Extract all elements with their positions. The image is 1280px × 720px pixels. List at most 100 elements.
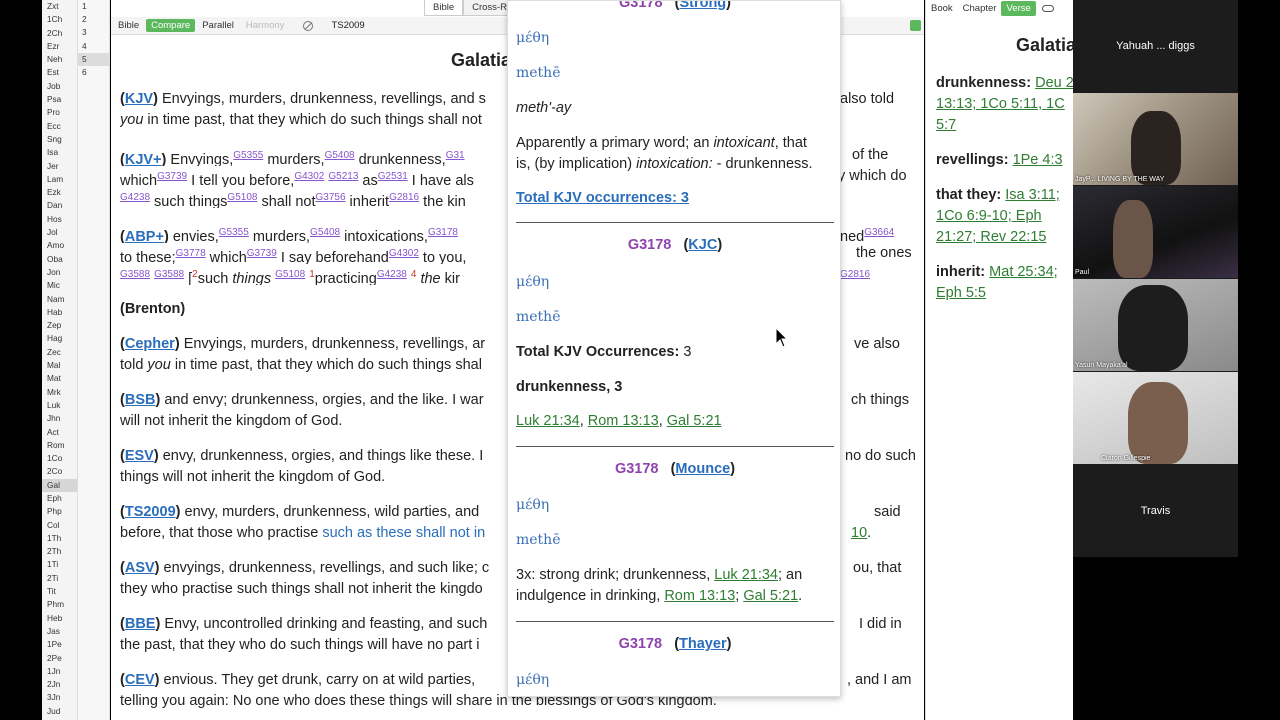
strong-number[interactable]: G4238 [377,269,407,280]
version-link-cepher[interactable]: Cepher [125,336,175,352]
ref-link[interactable]: Luk 21:34 [714,567,778,583]
book-item[interactable]: Isa [42,146,77,159]
book-item[interactable]: Neh [42,53,77,66]
strong-number[interactable]: G5408 [310,227,340,238]
book-item[interactable]: Rom [42,439,77,452]
total-occurrences-link[interactable]: Total KJV occurrences: 3 [516,190,689,206]
book-item[interactable]: Ezr [42,40,77,53]
strong-number[interactable]: G3739 [157,171,187,182]
book-item[interactable]: Psa [42,93,77,106]
book-item[interactable]: Hag [42,332,77,345]
book-item[interactable]: Mic [42,279,77,292]
ref-link[interactable]: Eph 5:5 [936,285,986,301]
ref-link[interactable]: 1Co 6:9-10; Eph [936,208,1042,224]
book-item[interactable]: Oba [42,253,77,266]
strong-number[interactable]: G2816 [389,192,419,203]
book-item[interactable]: Pro [42,106,77,119]
book-item[interactable]: Col [42,519,77,532]
source-link-thayer[interactable]: Thayer [679,636,727,652]
book-item[interactable]: Jon [42,266,77,279]
strong-number[interactable]: G2816 [840,264,870,285]
book-item[interactable]: Hab [42,306,77,319]
strong-number[interactable]: G5408 [325,150,355,161]
video-tile[interactable]: Yahuah ... diggs [1073,0,1238,92]
strong-number[interactable]: G3588 [120,269,150,280]
book-item[interactable]: 1Pe [42,638,77,651]
bible-mode-button[interactable]: Bible [113,19,144,32]
ref-link[interactable]: Deu 2 [1035,75,1073,91]
strong-number[interactable]: G5108 [227,192,257,203]
book-item[interactable]: 1Jn [42,665,77,678]
clear-icon[interactable] [303,20,314,31]
strong-number[interactable]: G3178 [428,227,458,238]
book-item[interactable]: Heb [42,612,77,625]
chapter-item[interactable]: 1 [78,0,109,13]
book-item[interactable]: 1Th [42,532,77,545]
strong-number[interactable]: G3739 [247,248,277,259]
book-item[interactable]: 1Ch [42,13,77,26]
version-link-bsb[interactable]: BSB [125,392,156,408]
strong-number[interactable]: G5213 [328,171,358,182]
book-item[interactable]: Zxt [42,0,77,13]
book-item[interactable]: Luk [42,399,77,412]
checkbox-icon[interactable] [910,20,921,31]
strong-number[interactable]: G4302 [389,248,419,259]
book-item[interactable]: Phm [42,598,77,611]
strong-number[interactable]: G3778 [176,248,206,259]
strong-number[interactable]: G2531 [378,171,408,182]
book-item[interactable]: 2Jn [42,678,77,691]
tab-bible[interactable]: Bible [424,0,464,16]
book-item[interactable]: Zec [42,346,77,359]
book-item[interactable]: Nam [42,293,77,306]
tab-chapter[interactable]: Chapter [958,1,1002,16]
book-item[interactable]: 2Ti [42,572,77,585]
ref-link[interactable]: Isa 3:11; [1005,187,1060,203]
book-item[interactable]: Mat [42,372,77,385]
source-link-strong[interactable]: Strong [679,1,726,11]
version-link-kjv[interactable]: KJV [125,91,153,107]
compare-mode-button[interactable]: Compare [146,19,196,32]
chapter-item[interactable]: 6 [78,66,109,79]
version-link-esv[interactable]: ESV [125,448,154,464]
book-item[interactable]: Eph [42,492,77,505]
ref-link[interactable]: Rom 13:13 [588,413,659,429]
strong-number[interactable]: G3588 [154,269,184,280]
book-item[interactable]: Ecc [42,120,77,133]
version-link-abp-plus[interactable]: ABP+ [125,229,164,243]
video-tile[interactable]: JayP... LIVING BY THE WAY [1073,93,1238,185]
ref-link[interactable]: 1Pe 4:3 [1013,152,1063,168]
book-item[interactable]: 2Ch [42,27,77,40]
chapter-item[interactable]: 3 [78,26,109,39]
book-item[interactable]: 2Pe [42,652,77,665]
strong-number[interactable]: G31 [446,150,465,161]
book-item[interactable]: Jer [42,160,77,173]
book-item[interactable]: 2Th [42,545,77,558]
video-tile[interactable]: Yasun Mayaka'al [1073,279,1238,371]
book-item[interactable]: 2Co [42,465,77,478]
strong-number[interactable]: G5108 [275,269,305,280]
parallel-mode-button[interactable]: Parallel [197,19,239,32]
ref-link[interactable]: Rom 13:13 [664,588,735,604]
version-link-ts2009[interactable]: TS2009 [125,504,176,520]
book-item[interactable]: Amo [42,239,77,252]
cross-ref-link[interactable]: 10 [851,525,867,541]
book-item[interactable]: Lam [42,173,77,186]
ref-link[interactable]: 21:27; Rev 22:15 [936,229,1046,245]
book-item[interactable]: Mal [42,359,77,372]
strong-number[interactable]: G3756 [316,192,346,203]
book-item[interactable]: Hos [42,213,77,226]
ref-link[interactable]: Luk 21:34 [516,413,580,429]
ref-link[interactable]: Gal 5:21 [667,413,722,429]
ref-link[interactable]: 13:13; 1Co 5:11, 1C [936,96,1065,112]
source-link-mounce[interactable]: Mounce [675,461,730,477]
book-item[interactable]: Jol [42,226,77,239]
book-item[interactable]: Dan [42,199,77,212]
source-link-kjc[interactable]: KJC [688,237,717,253]
chapter-item[interactable]: 4 [78,40,109,53]
strong-number[interactable]: G5355 [219,227,249,238]
book-item[interactable]: Est [42,66,77,79]
ref-link[interactable]: Gal 5:21 [743,588,798,604]
chapter-item[interactable]: 5 [78,52,109,67]
tab-verse[interactable]: Verse [1001,1,1036,16]
link-icon[interactable] [1041,5,1054,12]
